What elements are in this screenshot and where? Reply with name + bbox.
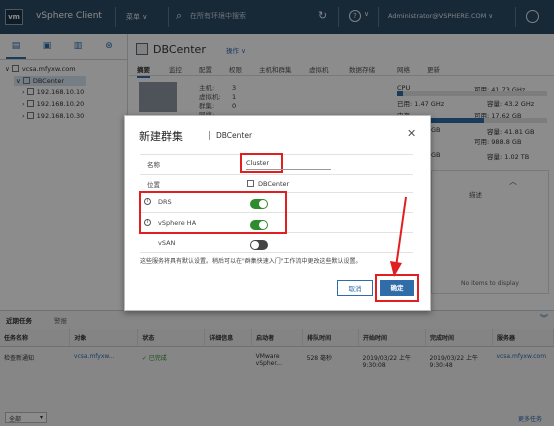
vsan-label: vSAN [158, 239, 176, 247]
dialog-subtitle: DBCenter [209, 131, 252, 140]
arrow-head [390, 261, 402, 277]
form-row-vsan [140, 233, 413, 253]
name-label: 名称 [147, 161, 160, 169]
location-value: DBCenter [258, 180, 290, 188]
annotation-arrow [390, 196, 407, 277]
defaults-note: 这些服务将具有默认设置。稍后可以在"群集快速入门"工作流中更改这些默认设置。 [140, 258, 362, 265]
close-icon[interactable]: ✕ [407, 127, 416, 140]
dialog-title: 新建群集 [139, 130, 183, 143]
location-label: 位置 [147, 181, 160, 189]
vsan-toggle[interactable] [250, 240, 268, 250]
arrow-shaft [395, 196, 407, 268]
toggle-knob [251, 241, 259, 249]
cancel-button[interactable]: 取消 [337, 280, 373, 296]
ok-button[interactable]: 确定 [380, 280, 414, 296]
datacenter-icon [247, 180, 254, 187]
annotation-highlight-box [139, 191, 287, 234]
cluster-name-input[interactable]: Cluster [246, 159, 331, 170]
